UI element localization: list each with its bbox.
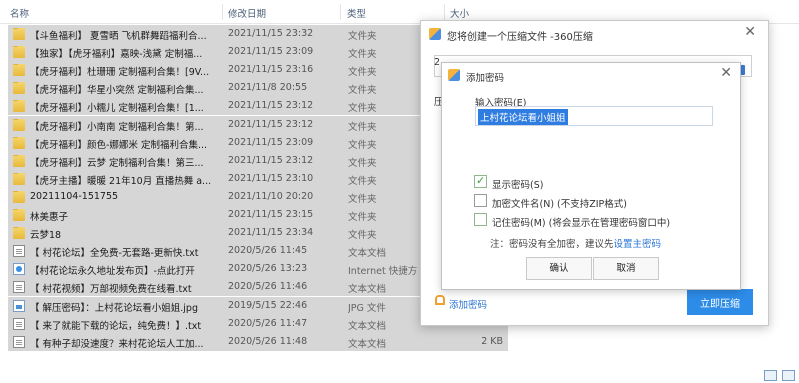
folder-icon (13, 190, 25, 203)
file-date: 2021/11/15 23:32 (228, 28, 314, 39)
show-password-checkbox[interactable] (474, 174, 487, 188)
file-date: 2019/5/15 22:46 (228, 299, 308, 311)
text-file-icon (13, 335, 25, 348)
file-date: 2021/11/15 23:12 (228, 100, 314, 112)
file-name: 【 来了就能下载的论坛，纯免费！】.txt (30, 320, 202, 332)
folder-icon (13, 82, 25, 95)
file-name: 【虎牙福利】小糯儿 定制福利合集！[1... (30, 103, 204, 115)
details-view-icon[interactable] (764, 370, 777, 381)
file-date: 2021/11/15 23:09 (228, 46, 314, 58)
folder-icon (13, 172, 25, 185)
set-master-password-link[interactable]: 设置主密码 (614, 239, 662, 250)
table-row[interactable]: 【 有种子却没速度？来村花论坛人工加... 2020/5/26 11:48 文本文档… (8, 332, 508, 351)
file-name: 【斗鱼福利】 夏雪晒 飞机群舞蹈福利合... (30, 31, 207, 42)
file-name: 【 村花视频】万部视频免费在线看.txt (30, 284, 192, 296)
compress-now-button[interactable]: 立即压缩 (687, 289, 753, 315)
folder-icon (13, 118, 25, 131)
file-name: 【虎牙福利】云梦 定制福利合集！第三... (30, 157, 204, 169)
folder-icon (13, 100, 25, 113)
column-date[interactable]: 修改日期 (228, 6, 266, 20)
encrypt-filenames-label[interactable]: 加密文件名(N) (不支持ZIP格式) (492, 196, 627, 210)
file-date: 2021/11/15 23:16 (228, 64, 314, 76)
file-name: 【虎牙主播】暖暖 21年10月 直播热舞 a... (30, 175, 212, 187)
file-date: 2020/5/26 11:45 (228, 245, 308, 257)
file-date: 2021/11/15 23:12 (228, 154, 314, 166)
app-360-icon (429, 28, 441, 40)
large-icons-view-icon[interactable] (782, 370, 795, 381)
file-name: 【 有种子却没速度？来村花论坛人工加... (30, 338, 204, 350)
folder-icon (13, 154, 25, 167)
folder-icon (13, 227, 25, 240)
text-file-icon (13, 245, 25, 258)
file-name: 【村花论坛永久地址发布页】-点此打开 (30, 266, 195, 278)
folder-icon (13, 64, 25, 77)
file-name: 林美惠子 (30, 212, 69, 223)
file-date: 2021/11/15 23:15 (228, 209, 314, 220)
folder-icon (13, 28, 25, 40)
file-date: 2021/11/15 23:09 (228, 136, 314, 148)
file-date: 2021/11/15 23:10 (228, 172, 314, 184)
ok-button[interactable]: 确认 (526, 257, 592, 280)
cancel-button[interactable]: 取消 (593, 257, 659, 280)
folder-icon (13, 136, 25, 149)
file-name: 【 村花论坛】全免费-无套路-更新快.txt (30, 248, 199, 260)
encrypt-filenames-checkbox[interactable] (474, 194, 487, 207)
file-date: 2020/5/26 11:47 (228, 317, 308, 329)
password-value: 上村花论坛看小姐姐 (478, 109, 568, 125)
column-size[interactable]: 大小 (450, 6, 469, 20)
file-date: 2021/11/15 23:12 (228, 118, 314, 130)
column-name[interactable]: 名称 (10, 6, 29, 20)
lock-icon (435, 295, 445, 305)
file-name: 【虎牙福利】杜珊珊 定制福利合集！[9V... (30, 67, 210, 79)
show-password-label[interactable]: 显示密码(S) (492, 177, 543, 191)
shortcut-icon (13, 263, 25, 276)
password-note-text: 注：密码没有全加密，建议先 (490, 239, 614, 250)
remember-password-checkbox[interactable] (474, 213, 487, 226)
file-name: 【虎牙福利】小南南 定制福利合集！第... (30, 121, 204, 133)
column-type[interactable]: 类型 (347, 6, 366, 20)
compress-dialog-title: 您将创建一个压缩文件 -360压缩 (447, 32, 593, 43)
folder-icon (13, 209, 25, 221)
app-360-icon (448, 69, 460, 81)
file-size: 2 KB (481, 335, 503, 347)
file-date: 2020/5/26 13:23 (228, 263, 308, 275)
password-dialog-title: 添加密码 (466, 73, 505, 84)
close-icon[interactable]: ✕ (720, 65, 732, 81)
password-input[interactable]: 上村花论坛看小姐姐 (475, 106, 713, 126)
add-password-link[interactable]: 添加密码 (449, 297, 487, 311)
file-name: 云梦18 (30, 230, 62, 242)
password-note: 注：密码没有全加密，建议先设置主密码 (490, 236, 661, 250)
file-date: 2021/11/10 20:20 (228, 190, 314, 202)
close-icon[interactable]: ✕ (744, 24, 756, 40)
image-file-icon (13, 299, 25, 312)
file-name: 【独家】【虎牙福利】嘉映-浅黛 定制福... (30, 49, 203, 61)
file-date: 2020/5/26 11:46 (228, 281, 308, 293)
password-dialog: 添加密码 ✕ 输入密码(E) 上村花论坛看小姐姐 显示密码(S) 加密文件名(N… (441, 62, 741, 290)
file-name: 【虎牙福利】华星小突然 定制福利合集... (30, 85, 204, 97)
folder-icon (13, 46, 25, 59)
file-date: 2021/11/8 20:55 (228, 82, 308, 94)
file-name: 20211104-151755 (30, 190, 119, 202)
file-date: 2020/5/26 11:48 (228, 335, 308, 347)
archive-path-text: 2 (434, 57, 441, 68)
text-file-icon (13, 281, 25, 294)
file-name: 【虎牙福利】颜色-娜娜米 定制福利合集... (30, 139, 208, 151)
file-date: 2021/11/15 23:34 (228, 227, 314, 239)
text-file-icon (13, 317, 25, 330)
file-name: 【 解压密码】：上村花论坛看小姐姐.jpg (30, 302, 198, 314)
remember-password-label[interactable]: 记住密码(M) (将会显示在管理密码窗口中) (492, 215, 670, 229)
